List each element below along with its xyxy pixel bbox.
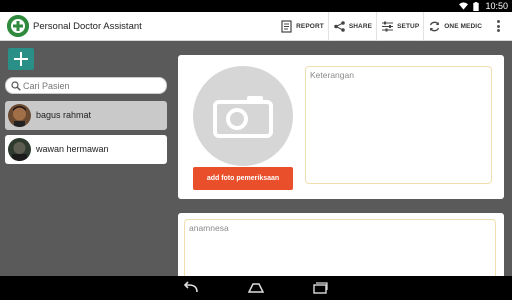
battery-icon <box>473 2 479 11</box>
status-bar: 10:50 <box>0 0 512 12</box>
keterangan-placeholder: Keterangan <box>310 70 354 80</box>
setup-button[interactable]: SETUP <box>376 12 423 41</box>
avatar <box>8 138 31 161</box>
patient-name: wawan hermawan <box>36 144 109 154</box>
app-logo-icon[interactable] <box>7 15 29 37</box>
recent-apps-icon[interactable] <box>311 281 329 295</box>
keterangan-field[interactable]: Keterangan <box>305 66 492 184</box>
app-title: Personal Doctor Assistant <box>33 21 142 32</box>
add-photo-button[interactable]: add foto pemeriksaan <box>193 167 293 190</box>
report-icon <box>281 20 292 33</box>
share-button[interactable]: SHARE <box>327 12 376 41</box>
wifi-icon <box>459 2 468 10</box>
home-icon[interactable] <box>247 281 265 295</box>
one-medic-button[interactable]: ONE MEDIC <box>423 12 486 41</box>
search-input[interactable] <box>23 79 163 93</box>
patient-item-bagus-rahmat[interactable]: bagus rahmat <box>5 101 167 130</box>
share-icon <box>334 21 345 32</box>
action-bar: Personal Doctor Assistant REPORT SHARE S… <box>0 12 512 41</box>
anamnesa-placeholder: anamnesa <box>189 223 229 233</box>
camera-icon <box>213 96 273 138</box>
content-area: bagus rahmat wawan hermawan add foto pem… <box>0 41 512 276</box>
exam-card: add foto pemeriksaan Keterangan <box>178 55 504 199</box>
avatar <box>8 104 31 127</box>
setup-icon <box>382 21 394 32</box>
action-buttons: REPORT SHARE SETUP ONE MEDIC <box>276 12 486 41</box>
sync-icon <box>430 21 440 32</box>
back-icon[interactable] <box>182 281 200 295</box>
report-button[interactable]: REPORT <box>276 12 328 41</box>
setup-label: SETUP <box>397 23 420 30</box>
report-label: REPORT <box>296 23 324 30</box>
patient-item-wawan-hermawan[interactable]: wawan hermawan <box>5 135 167 164</box>
add-patient-button[interactable] <box>8 48 34 70</box>
more-vert-icon[interactable] <box>492 18 504 34</box>
photo-placeholder[interactable] <box>193 66 293 166</box>
search-icon <box>11 81 21 91</box>
patient-name: bagus rahmat <box>36 110 92 120</box>
navigation-bar <box>0 276 512 300</box>
share-label: SHARE <box>348 23 373 30</box>
anamnesa-field[interactable]: anamnesa <box>184 219 496 276</box>
search-box <box>5 77 167 94</box>
anamnesa-card: anamnesa <box>178 213 504 276</box>
one-medic-label: ONE MEDIC <box>444 23 482 30</box>
status-time: 10:50 <box>485 1 508 11</box>
